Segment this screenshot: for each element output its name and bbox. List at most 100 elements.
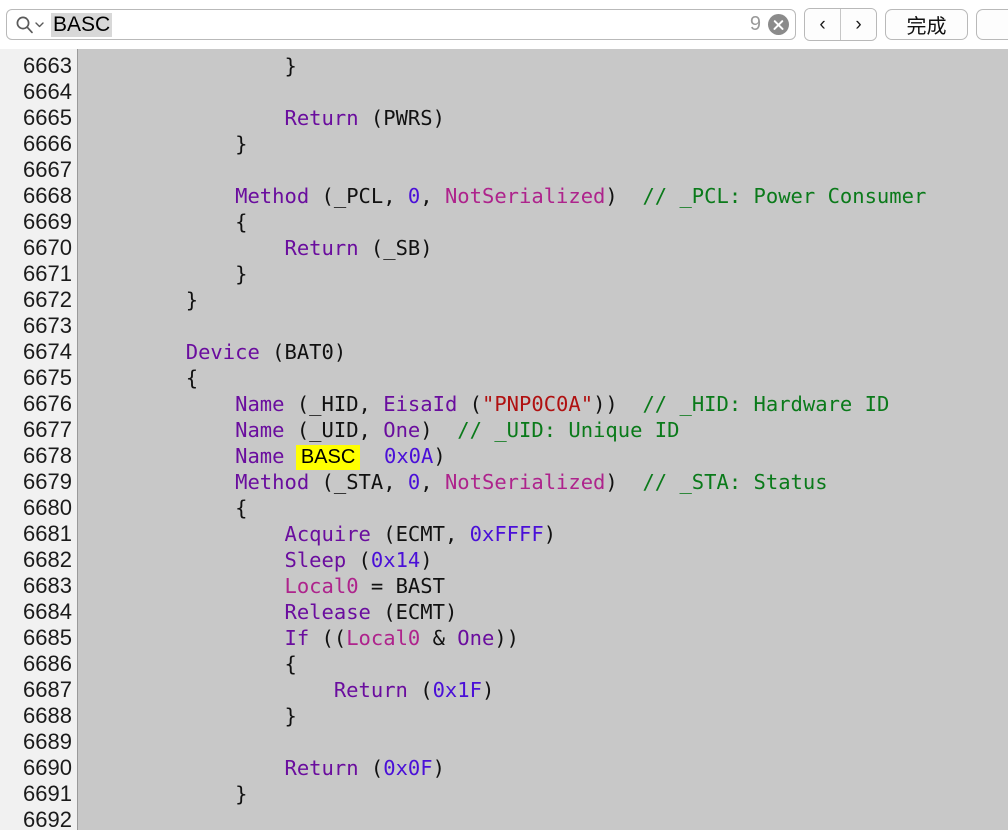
code-token: Acquire — [284, 522, 371, 546]
code-token: If — [284, 626, 310, 650]
code-line: Return (0x1F) — [87, 677, 1008, 703]
code-line: Release (ECMT) — [87, 599, 1008, 625]
code-token: // _UID: Unique ID — [457, 418, 680, 442]
code-token: ) — [420, 418, 458, 442]
code-line: Acquire (ECMT, 0xFFFF) — [87, 521, 1008, 547]
code-token: , — [420, 184, 445, 208]
clear-search-icon[interactable] — [768, 14, 789, 35]
line-number: 6675 — [23, 365, 72, 390]
find-navigation-segmented-control: ‹ › — [804, 8, 877, 41]
chevron-down-icon — [35, 22, 44, 28]
code-line: } — [87, 131, 1008, 157]
code-line: { — [87, 651, 1008, 677]
code-token: ) — [543, 522, 557, 546]
code-token: One — [383, 418, 421, 442]
code-token: , — [420, 470, 445, 494]
code-token: & — [420, 626, 458, 650]
code-token: (PWRS) — [358, 106, 445, 130]
line-number: 6685 — [23, 625, 72, 650]
line-number: 6667 — [23, 157, 72, 182]
search-magnifier-icon[interactable] — [15, 15, 44, 34]
done-button[interactable]: 完成 — [885, 9, 968, 40]
search-field[interactable]: BASC 9 — [6, 9, 796, 40]
search-match-highlight: BASC — [295, 445, 361, 470]
line-number: 6691 — [23, 781, 72, 806]
code-token: Return — [284, 756, 359, 780]
code-token: Name — [235, 444, 285, 468]
code-token: // _STA: Status — [642, 470, 828, 494]
find-previous-button[interactable]: ‹ — [805, 9, 840, 40]
code-token: )) — [494, 626, 520, 650]
code-token: } — [284, 704, 297, 728]
line-number: 6670 — [23, 235, 72, 260]
line-number: 6689 — [23, 729, 72, 754]
code-line: Device (BAT0) — [87, 339, 1008, 365]
code-token: // _HID: Hardware ID — [642, 392, 890, 416]
code-token: ) — [605, 184, 643, 208]
code-token: Method — [235, 184, 310, 208]
code-token: 0x14 — [370, 548, 421, 572]
code-token: ( — [457, 392, 482, 416]
code-token: EisaId — [383, 392, 458, 416]
code-line: } — [87, 781, 1008, 807]
line-number: 6664 — [23, 79, 72, 104]
code-token: "PNP0C0A" — [481, 392, 594, 416]
code-token: Return — [284, 236, 359, 260]
code-token: } — [235, 782, 248, 806]
line-number: 6665 — [23, 105, 72, 130]
code-token: (_SB) — [358, 236, 433, 260]
code-token: ) — [481, 678, 495, 702]
code-token: ( — [407, 678, 433, 702]
line-number-gutter: 6663 6664 6665 6666 6667 6668 6669 6670 6671 6672… — [0, 49, 78, 830]
code-token: (_STA, — [309, 470, 408, 494]
code-token: (_HID, — [284, 392, 384, 416]
line-number: 6673 — [23, 313, 72, 338]
code-token: { — [235, 210, 248, 234]
code-token: 0xFFFF — [469, 522, 544, 546]
code-token: } — [235, 132, 248, 156]
code-line: Sleep (0x14) — [87, 547, 1008, 573]
search-input[interactable]: BASC — [51, 12, 750, 37]
code-area[interactable]: } Return (PWRS) } Method (_PCL, 0, NotSe… — [78, 49, 1008, 830]
code-token: One — [457, 626, 495, 650]
code-line: } — [87, 53, 1008, 79]
line-number: 6674 — [23, 339, 72, 364]
code-line: { — [87, 495, 1008, 521]
code-token: (BAT0) — [259, 340, 347, 364]
code-token: (( — [309, 626, 347, 650]
line-number: 6683 — [23, 573, 72, 598]
code-token: ( — [358, 756, 384, 780]
code-token: 0x1F — [432, 678, 482, 702]
toolbar-overflow-button[interactable] — [976, 9, 1008, 40]
code-token: // _PCL: Power Consumer — [642, 184, 927, 208]
code-token: 0 — [407, 184, 421, 208]
code-token: } — [284, 54, 297, 78]
line-number: 6679 — [23, 469, 72, 494]
code-token: = BAST — [358, 574, 445, 598]
code-token: { — [185, 366, 199, 390]
find-next-button[interactable]: › — [840, 9, 876, 40]
code-line: Method (_STA, 0, NotSerialized) // _STA:… — [87, 469, 1008, 495]
code-token: ) — [605, 470, 643, 494]
line-number: 6692 — [23, 807, 72, 830]
code-line: Name BASC 0x0A) — [87, 443, 1008, 470]
code-token: } — [185, 288, 199, 312]
code-token: (_PCL, — [309, 184, 408, 208]
